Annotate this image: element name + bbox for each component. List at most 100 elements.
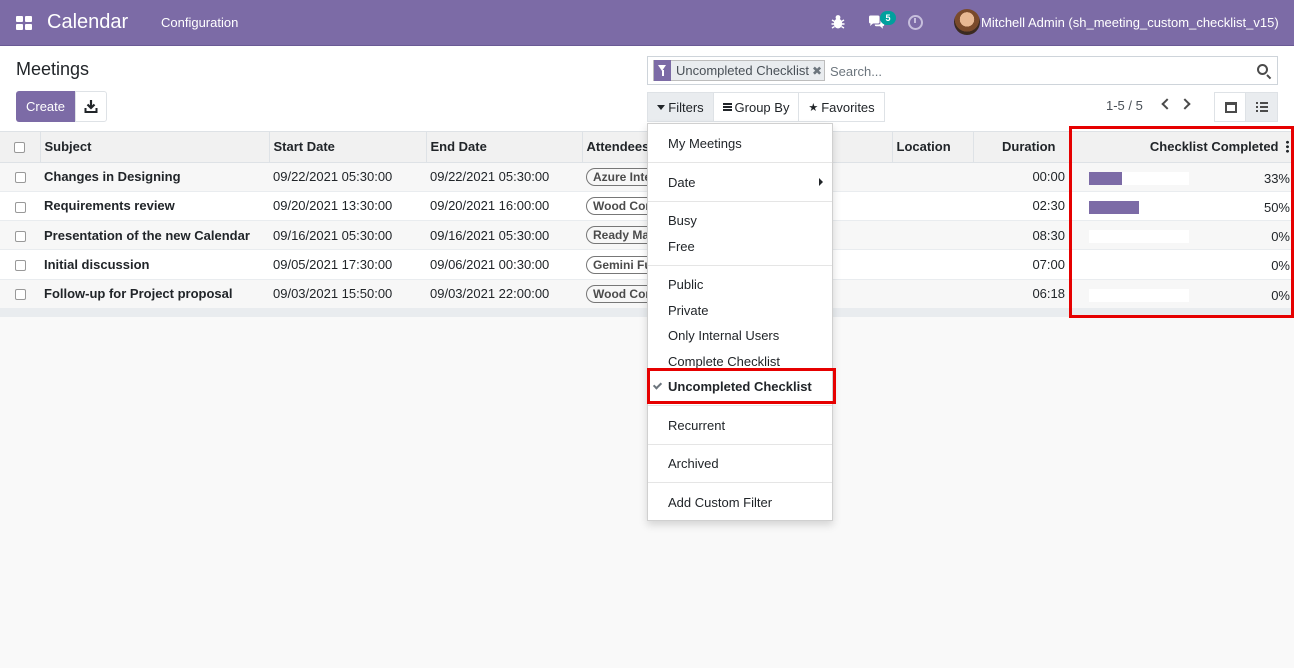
cell-location[interactable] [892, 220, 973, 251]
row-select[interactable] [0, 220, 40, 251]
add-custom-filter[interactable]: Add Custom Filter [668, 495, 772, 510]
cell-checklist-completed[interactable]: 50% [1069, 191, 1294, 222]
filter-archived[interactable]: Archived [668, 456, 719, 471]
apps-icon[interactable] [16, 16, 32, 30]
filter-complete-checklist[interactable]: Complete Checklist [668, 354, 780, 369]
filters-dropdown: My Meetings Date Busy Free Public Privat… [647, 123, 833, 521]
column-options-icon[interactable] [1285, 140, 1289, 153]
download-button[interactable] [75, 91, 107, 122]
col-duration[interactable]: Duration [973, 132, 1070, 163]
cell-checklist-completed[interactable]: 0% [1069, 220, 1294, 251]
bug-icon[interactable] [831, 14, 845, 30]
progress-value: 33% [1263, 170, 1290, 186]
cell-subject[interactable]: Requirements review [40, 191, 269, 222]
progress-fill [1089, 200, 1139, 214]
filter-only-internal[interactable]: Only Internal Users [668, 328, 779, 343]
cell-start-date[interactable]: 09/20/2021 13:30:00 [269, 191, 426, 222]
row-select[interactable] [0, 249, 40, 280]
cell-location[interactable] [892, 191, 973, 222]
remove-icon[interactable]: ✖ [812, 64, 824, 78]
cell-subject[interactable]: Changes in Designing [40, 162, 269, 192]
user-menu[interactable]: Mitchell Admin (sh_meeting_custom_checkl… [981, 15, 1279, 30]
filter-free[interactable]: Free [668, 239, 695, 254]
select-all[interactable] [0, 132, 41, 163]
cell-end-date[interactable]: 09/22/2021 05:30:00 [426, 162, 582, 192]
cell-duration[interactable]: 00:00 [973, 162, 1069, 192]
col-subject[interactable]: Subject [40, 132, 270, 163]
pager-value[interactable]: 1-5 / 5 [1106, 98, 1143, 113]
progress-bar [1089, 259, 1189, 273]
row-checkbox[interactable] [14, 230, 26, 242]
cell-location[interactable] [892, 279, 973, 309]
search-icon[interactable] [1257, 64, 1268, 75]
row-select[interactable] [0, 279, 40, 309]
cell-end-date[interactable]: 09/16/2021 05:30:00 [426, 220, 582, 251]
col-checklist-label: Checklist Completed [1149, 139, 1279, 155]
chevron-right-icon[interactable] [1179, 98, 1191, 110]
row-checkbox[interactable] [14, 289, 26, 301]
filter-recurrent[interactable]: Recurrent [668, 418, 725, 433]
search-bar[interactable]: Uncompleted Checklist ✖ [647, 56, 1278, 85]
group-by-button[interactable]: Group By [714, 92, 799, 122]
select-all-checkbox[interactable] [14, 142, 26, 154]
cell-location[interactable] [892, 162, 973, 192]
list-view-button[interactable] [1246, 92, 1278, 122]
cell-subject[interactable]: Follow-up for Project proposal [40, 279, 269, 309]
cell-end-date[interactable]: 09/06/2021 00:30:00 [426, 249, 582, 280]
favorites-button[interactable]: ★ Favorites [799, 92, 885, 122]
col-checklist-completed[interactable]: Checklist Completed [1069, 132, 1294, 163]
avatar[interactable] [954, 9, 980, 35]
separator [648, 405, 832, 406]
separator [648, 201, 832, 202]
filter-my-meetings[interactable]: My Meetings [668, 136, 742, 151]
col-start-date[interactable]: Start Date [269, 132, 427, 163]
search-input[interactable] [830, 61, 1250, 81]
favorites-label: Favorites [821, 99, 875, 115]
row-checkbox[interactable] [14, 260, 26, 272]
app-title[interactable]: Calendar [47, 11, 128, 34]
filter-busy[interactable]: Busy [668, 213, 697, 228]
filter-private[interactable]: Private [668, 303, 708, 318]
menu-configuration[interactable]: Configuration [161, 15, 238, 30]
progress-bar [1089, 288, 1189, 302]
progress-value: 50% [1263, 199, 1290, 215]
search-facet[interactable]: Uncompleted Checklist ✖ [653, 60, 826, 81]
progress-fill [1089, 171, 1122, 185]
row-select[interactable] [0, 191, 40, 222]
cell-subject[interactable]: Presentation of the new Calendar [40, 220, 269, 251]
cell-end-date[interactable]: 09/20/2021 16:00:00 [426, 191, 582, 222]
row-checkbox[interactable] [14, 172, 26, 184]
row-select[interactable] [0, 162, 40, 192]
cell-subject[interactable]: Initial discussion [40, 249, 269, 280]
attendee-tag: Ready Ma [586, 226, 657, 245]
filters-button[interactable]: Filters [647, 92, 714, 122]
cell-checklist-completed[interactable]: 33% [1069, 162, 1294, 192]
col-end-date[interactable]: End Date [426, 132, 583, 163]
cell-start-date[interactable]: 09/03/2021 15:50:00 [269, 279, 426, 309]
cell-duration[interactable]: 06:18 [973, 279, 1069, 309]
progress-value: 0% [1271, 229, 1290, 245]
cell-start-date[interactable]: 09/16/2021 05:30:00 [269, 220, 426, 251]
cell-checklist-completed[interactable]: 0% [1069, 279, 1294, 309]
calendar-view-button[interactable] [1214, 92, 1246, 122]
separator [648, 265, 832, 266]
cell-checklist-completed[interactable]: 0% [1069, 249, 1294, 280]
col-location[interactable]: Location [892, 132, 974, 163]
filter-uncompleted-checklist[interactable]: Uncompleted Checklist [668, 379, 812, 394]
cell-end-date[interactable]: 09/03/2021 22:00:00 [426, 279, 582, 309]
filter-public[interactable]: Public [668, 277, 703, 292]
row-checkbox[interactable] [14, 201, 26, 213]
cell-location[interactable] [892, 249, 973, 280]
cell-start-date[interactable]: 09/05/2021 17:30:00 [269, 249, 426, 280]
clock-icon[interactable] [908, 15, 923, 30]
chevron-left-icon[interactable] [1161, 98, 1173, 110]
cell-duration[interactable]: 07:00 [973, 249, 1069, 280]
filter-date[interactable]: Date [668, 175, 695, 190]
cell-duration[interactable]: 08:30 [973, 220, 1069, 251]
separator [648, 162, 832, 163]
progress-bar [1089, 230, 1189, 244]
create-button[interactable]: Create [16, 91, 75, 122]
cell-start-date[interactable]: 09/22/2021 05:30:00 [269, 162, 426, 192]
star-icon: ★ [808, 101, 819, 114]
cell-duration[interactable]: 02:30 [973, 191, 1069, 222]
